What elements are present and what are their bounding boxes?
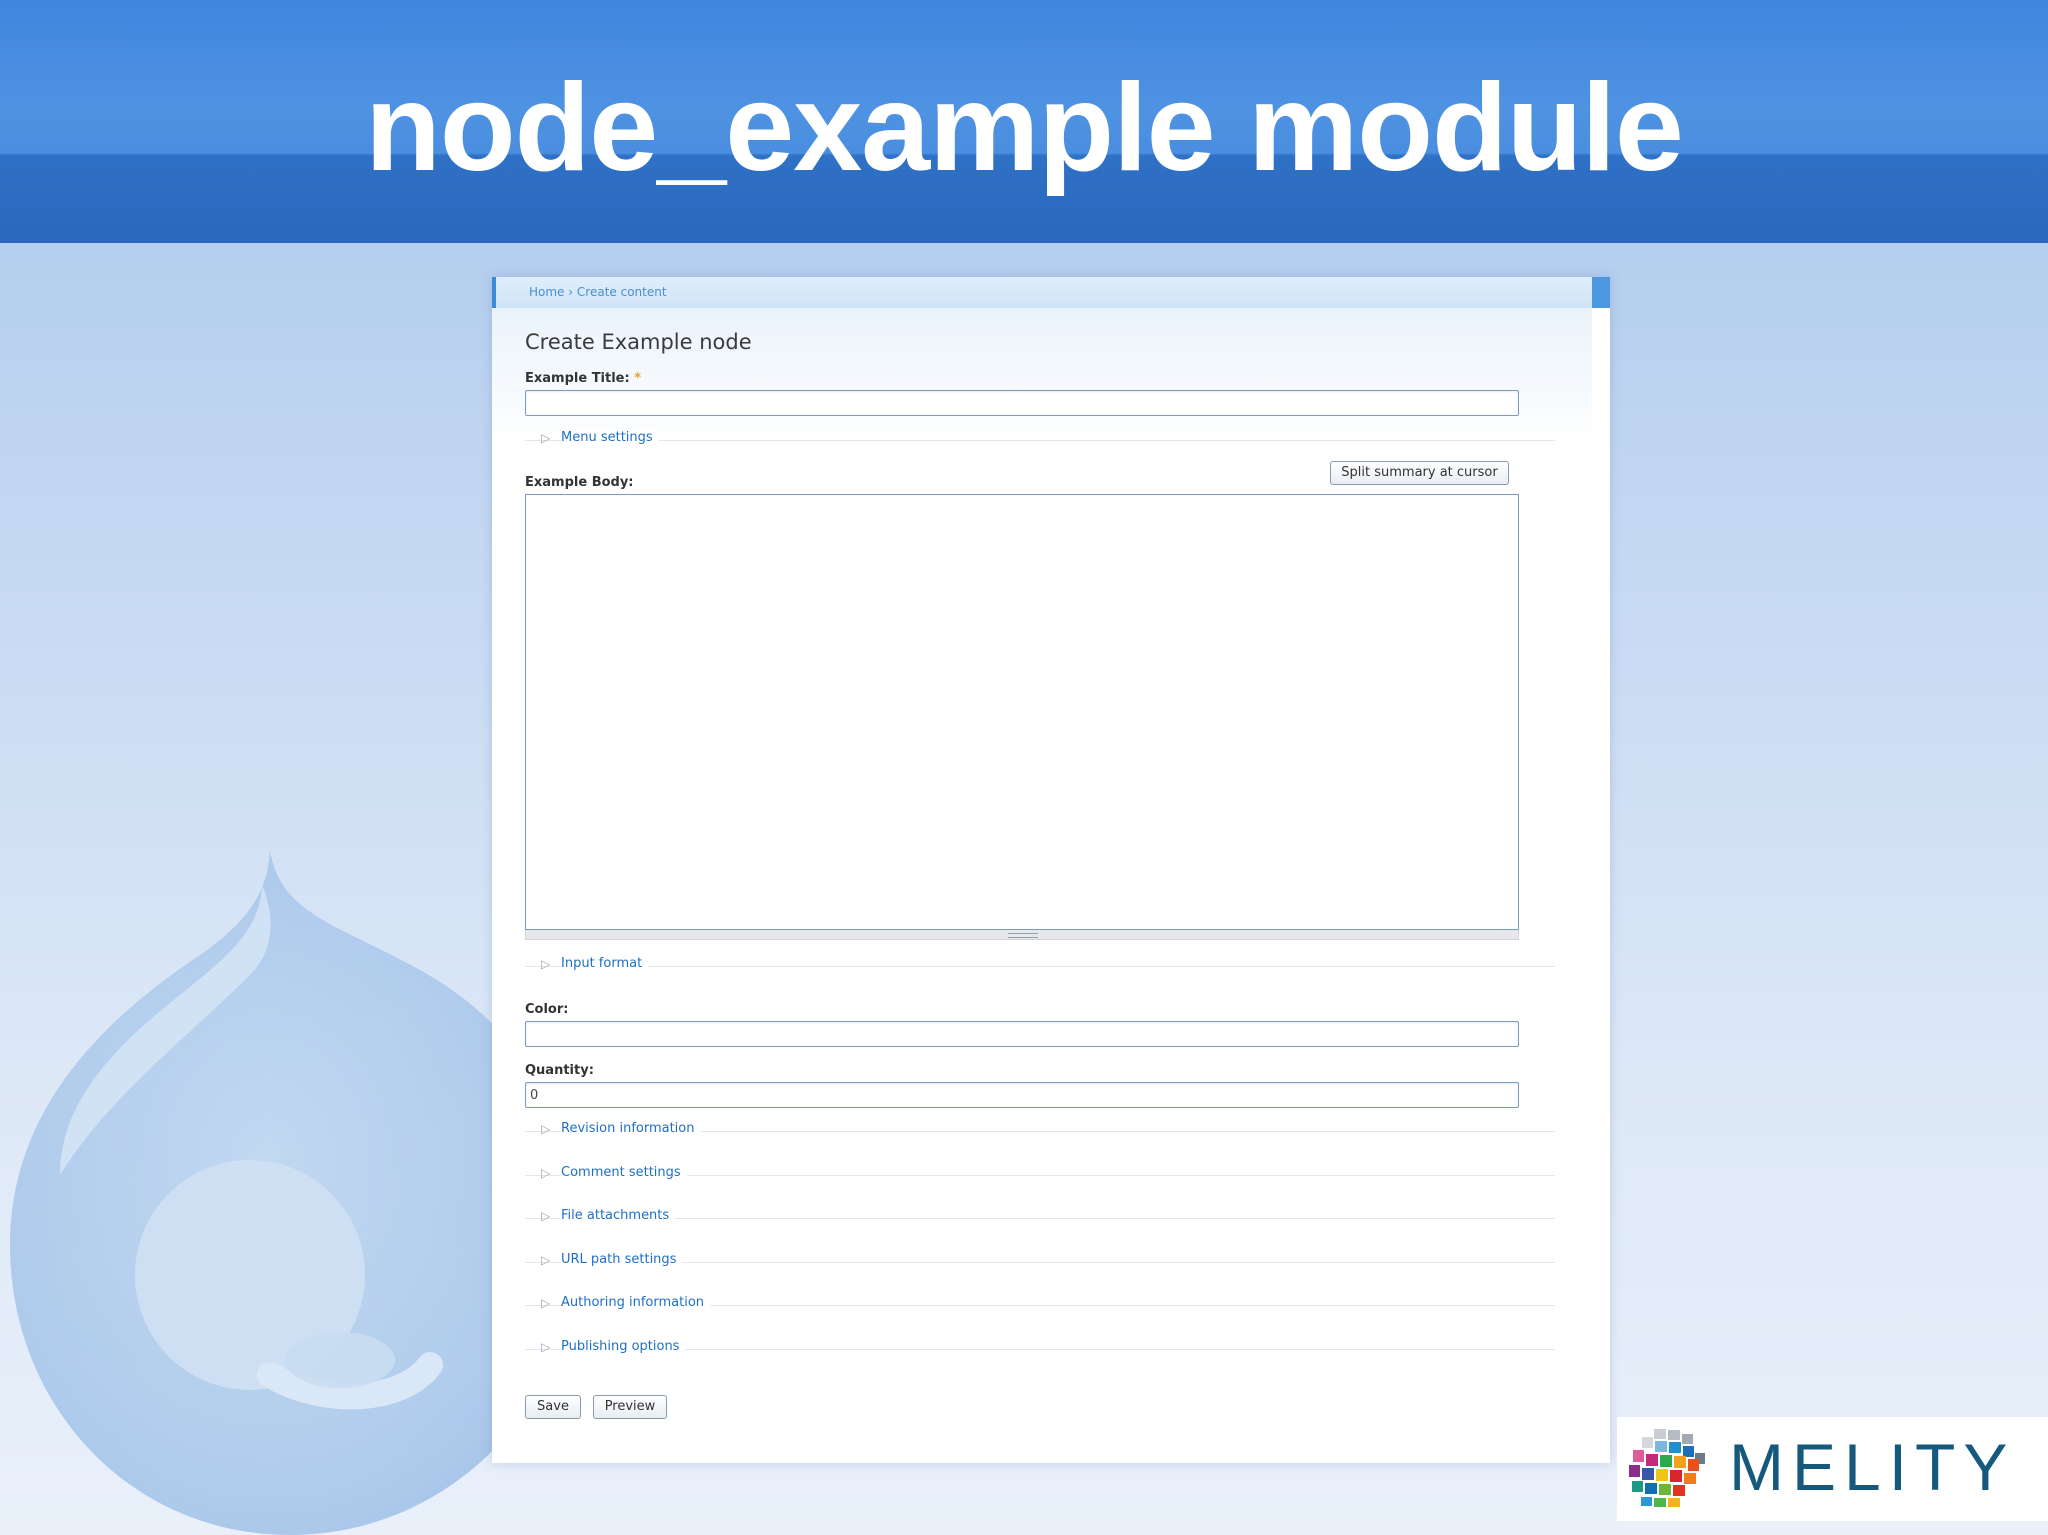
drupal-screenshot: Home › Create content Create Example nod… (492, 277, 1610, 1463)
collapsed-arrow-icon: ▷ (541, 957, 551, 971)
fieldset-input-format[interactable]: ▷ Input format (525, 956, 1555, 988)
file-attachments-link[interactable]: File attachments (561, 1208, 676, 1223)
collapsed-arrow-icon: ▷ (541, 1166, 551, 1180)
breadcrumb-separator: › (568, 285, 574, 299)
fieldset-authoring-information[interactable]: ▷ Authoring information (525, 1295, 1555, 1327)
breadcrumb: Home › Create content (529, 285, 667, 299)
fieldset-menu-settings[interactable]: ▷ Menu settings (525, 430, 1555, 462)
revision-information-link[interactable]: Revision information (561, 1121, 701, 1136)
color-input[interactable] (525, 1021, 1519, 1047)
collapsed-arrow-icon: ▷ (541, 1253, 551, 1267)
split-summary-button[interactable]: Split summary at cursor (1330, 461, 1509, 485)
comment-settings-link[interactable]: Comment settings (561, 1165, 687, 1180)
example-title-label: Example Title: * (525, 371, 641, 386)
fieldset-file-attachments[interactable]: ▷ File attachments (525, 1208, 1555, 1240)
breadcrumb-home-link[interactable]: Home (529, 285, 564, 299)
example-title-input[interactable] (525, 390, 1519, 416)
collapsed-arrow-icon: ▷ (541, 1340, 551, 1354)
fieldset-url-path-settings[interactable]: ▷ URL path settings (525, 1252, 1555, 1284)
menu-settings-link[interactable]: Menu settings (561, 430, 659, 445)
collapsed-arrow-icon: ▷ (541, 1209, 551, 1223)
fieldset-comment-settings[interactable]: ▷ Comment settings (525, 1165, 1555, 1197)
publishing-options-link[interactable]: Publishing options (561, 1339, 686, 1354)
melity-logo: MELITY (1617, 1417, 2048, 1521)
example-body-textarea[interactable] (525, 494, 1519, 930)
form-area: Create Example node Example Title: * ▷ M… (492, 308, 1592, 1463)
quantity-label: Quantity: (525, 1063, 594, 1078)
fieldset-publishing-options[interactable]: ▷ Publishing options (525, 1339, 1555, 1371)
url-path-settings-link[interactable]: URL path settings (561, 1252, 683, 1267)
textarea-resize-grip[interactable] (525, 930, 1519, 940)
breadcrumb-bar: Home › Create content (492, 277, 1610, 308)
collapsed-arrow-icon: ▷ (541, 1296, 551, 1310)
title-banner: node_example module (0, 0, 2048, 243)
example-title-label-text: Example Title: (525, 371, 630, 386)
collapsed-arrow-icon: ▷ (541, 1122, 551, 1136)
color-label: Color: (525, 1002, 569, 1017)
example-body-label: Example Body: (525, 475, 634, 490)
quantity-input[interactable]: 0 (525, 1082, 1519, 1108)
melity-globe-icon (1629, 1429, 1705, 1507)
preview-button[interactable]: Preview (593, 1395, 667, 1419)
required-marker: * (634, 371, 642, 386)
fieldset-revision-information[interactable]: ▷ Revision information (525, 1121, 1555, 1153)
input-format-link[interactable]: Input format (561, 956, 649, 971)
save-button[interactable]: Save (525, 1395, 581, 1419)
slide-title: node_example module (365, 59, 1684, 197)
breadcrumb-current-link[interactable]: Create content (577, 285, 667, 299)
page-title: Create Example node (525, 330, 752, 354)
authoring-information-link[interactable]: Authoring information (561, 1295, 711, 1310)
collapsed-arrow-icon: ▷ (541, 431, 551, 445)
melity-logo-text: MELITY (1729, 1430, 2016, 1504)
